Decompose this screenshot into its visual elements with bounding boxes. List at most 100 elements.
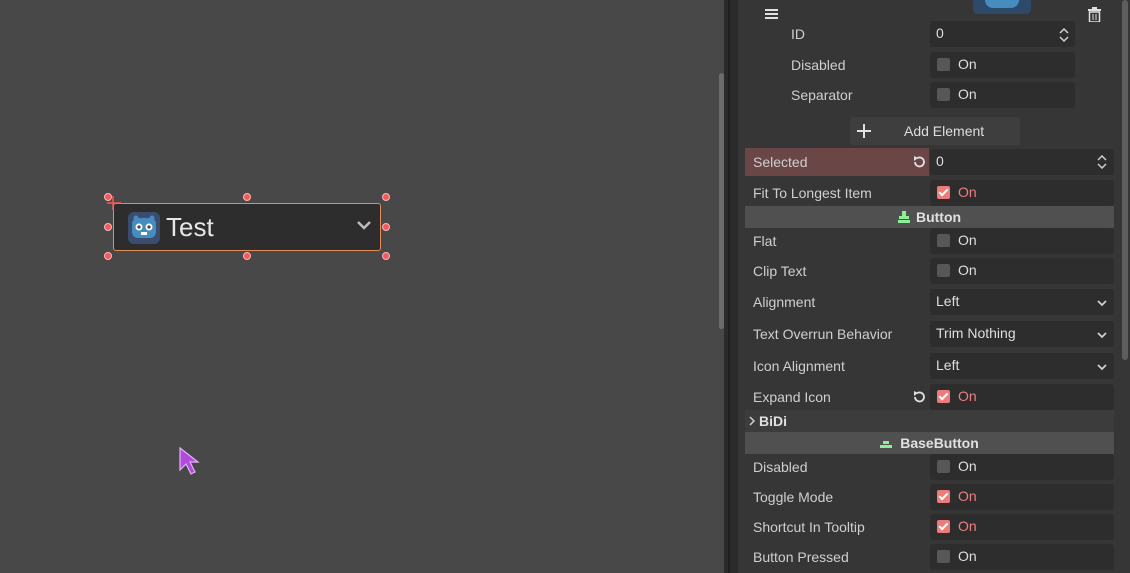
property-label: Button Pressed (753, 549, 849, 565)
button-pressed-checkbox[interactable]: On (930, 544, 1114, 570)
item-disabled-checkbox[interactable]: On (930, 52, 1075, 78)
godot-icon (128, 212, 160, 244)
property-selected: Selected 0 (745, 148, 1114, 176)
property-flat: Flat On (745, 226, 1114, 256)
dropdown-value: Trim Nothing (936, 325, 1016, 341)
property-label: Shortcut In Tooltip (753, 519, 865, 535)
property-expand-icon: Expand Icon On (745, 382, 1114, 412)
property-label: Separator (791, 87, 853, 103)
separator-checkbox[interactable]: On (930, 82, 1075, 108)
checkbox-icon (937, 58, 950, 71)
checkbox-label: On (958, 262, 977, 278)
id-value: 0 (936, 25, 944, 41)
checkbox-label: On (958, 518, 977, 534)
resize-handle[interactable] (243, 193, 251, 201)
property-clip-text: Clip Text On (745, 256, 1114, 286)
resize-handle[interactable] (104, 252, 112, 260)
revert-icon[interactable] (912, 390, 926, 404)
option-button-text: Test (166, 212, 214, 242)
spin-arrows-icon[interactable] (1097, 155, 1107, 169)
dropdown-value: Left (936, 357, 960, 373)
chevron-down-icon (1097, 332, 1107, 339)
dropdown-value: Left (936, 293, 960, 309)
revert-icon[interactable] (912, 155, 926, 169)
section-title-text: BaseButton (900, 435, 979, 451)
plus-icon (857, 124, 871, 138)
shortcut-in-tooltip-checkbox[interactable]: On (930, 514, 1114, 540)
panel-divider[interactable] (724, 0, 738, 573)
icon-alignment-dropdown[interactable]: Left (930, 353, 1114, 379)
resize-handle[interactable] (243, 252, 251, 260)
checkbox-checked-icon (937, 490, 950, 503)
section-button: Button (745, 206, 1114, 228)
checkbox-checked-icon (937, 520, 950, 533)
alignment-dropdown[interactable]: Left (930, 289, 1114, 315)
section-title-text: Button (915, 209, 962, 225)
property-label: Flat (753, 233, 777, 249)
property-label: Selected (753, 154, 808, 170)
property-fit-to-longest-item: Fit To Longest Item On (745, 178, 1114, 208)
section-title: BaseButton (745, 435, 1114, 451)
property-alignment: Alignment Left (745, 287, 1114, 317)
mouse-cursor-icon (179, 446, 200, 475)
fit-checkbox[interactable]: On (930, 180, 1114, 206)
checkbox-icon (937, 460, 950, 473)
chevron-down-icon (357, 221, 371, 230)
property-shortcut-in-tooltip: Shortcut In Tooltip On (745, 512, 1114, 542)
checkbox-label: On (958, 458, 977, 474)
property-label: Text Overrun Behavior (753, 326, 893, 342)
resize-handle[interactable] (382, 252, 390, 260)
clip-text-checkbox[interactable]: On (930, 258, 1114, 284)
checkbox-label: On (958, 548, 977, 564)
resize-handle[interactable] (104, 193, 112, 201)
property-text-overrun: Text Overrun Behavior Trim Nothing (745, 319, 1114, 349)
inspector-scrollbar[interactable] (1122, 0, 1128, 360)
item-icon-preview[interactable] (973, 0, 1031, 14)
button-node-icon (897, 211, 910, 223)
property-label: Fit To Longest Item (753, 185, 872, 201)
property-label: Alignment (753, 294, 816, 310)
resize-handle[interactable] (382, 193, 390, 201)
toggle-mode-checkbox[interactable]: On (930, 484, 1114, 510)
property-label: Clip Text (753, 263, 807, 279)
checkbox-icon (937, 88, 950, 101)
checkbox-label: On (958, 184, 977, 200)
section-base-button: BaseButton (745, 432, 1114, 454)
property-button-pressed: Button Pressed On (745, 542, 1114, 572)
property-toggle-mode: Toggle Mode On (745, 482, 1114, 512)
checkbox-icon (937, 264, 950, 277)
add-element-label: Add Element (904, 123, 985, 139)
selected-value: 0 (936, 153, 944, 169)
property-label: Icon Alignment (753, 358, 845, 374)
add-element-button[interactable]: Add Element (850, 117, 1020, 145)
checkbox-checked-icon (937, 186, 950, 199)
selected-spinbox[interactable]: 0 (930, 149, 1114, 175)
flat-checkbox[interactable]: On (930, 228, 1114, 254)
spin-arrows-icon[interactable] (1059, 28, 1069, 42)
property-disabled: Disabled On (745, 452, 1114, 482)
text-overrun-dropdown[interactable]: Trim Nothing (930, 321, 1114, 347)
disabled-checkbox[interactable]: On (930, 454, 1114, 480)
checkbox-checked-icon (937, 390, 950, 403)
property-label: Disabled (791, 57, 846, 73)
property-separator: Separator On (745, 80, 1114, 110)
group-label: BiDi (759, 413, 787, 429)
checkbox-label: On (958, 56, 977, 72)
id-spinbox[interactable]: 0 (930, 21, 1075, 47)
resize-handle[interactable] (104, 223, 112, 231)
checkbox-icon (937, 234, 950, 247)
property-label: ID (791, 26, 805, 42)
canvas-viewport[interactable] (0, 0, 724, 573)
group-bidi[interactable]: BiDi (745, 410, 1114, 432)
property-label: Toggle Mode (753, 489, 834, 505)
chevron-down-icon (1097, 300, 1107, 307)
base-button-node-icon (880, 441, 893, 448)
section-title: Button (745, 209, 1114, 225)
property-id: ID 0 (745, 19, 1114, 49)
expand-icon-checkbox[interactable]: On (930, 384, 1114, 410)
chevron-right-icon (749, 416, 756, 426)
resize-handle[interactable] (382, 223, 390, 231)
property-label: Expand Icon (753, 389, 831, 405)
option-button-preview[interactable]: Test (113, 203, 381, 251)
property-icon-alignment: Icon Alignment Left (745, 351, 1114, 381)
